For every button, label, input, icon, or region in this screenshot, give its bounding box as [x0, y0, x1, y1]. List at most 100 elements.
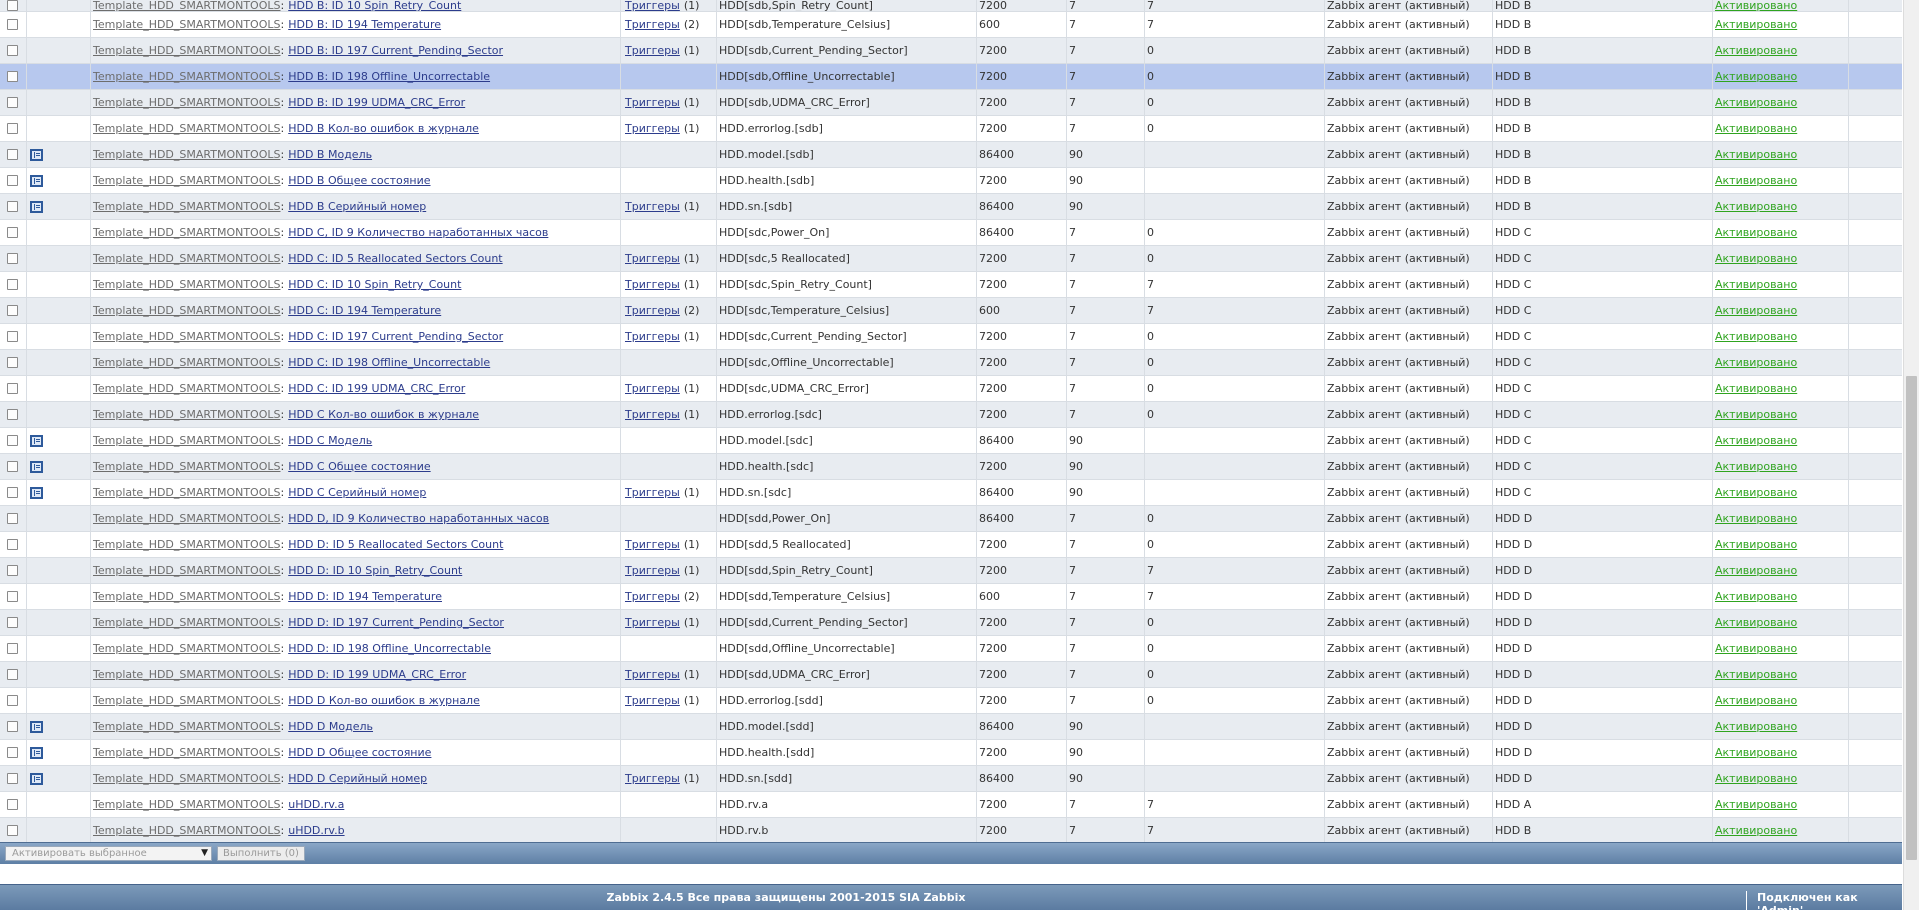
template-link[interactable]: Template_HDD_SMARTMONTOOLS: [93, 174, 281, 187]
status-link[interactable]: Активировано: [1715, 200, 1797, 213]
table-row[interactable]: Template_HDD_SMARTMONTOOLS: HDD B Кол-во …: [0, 116, 1902, 142]
status-link[interactable]: Активировано: [1715, 408, 1797, 421]
triggers-link[interactable]: Триггеры: [625, 330, 680, 343]
item-name-link[interactable]: HDD D Модель: [288, 720, 373, 733]
item-name-link[interactable]: HDD B: ID 194 Temperature: [288, 18, 441, 31]
status-link[interactable]: Активировано: [1715, 772, 1797, 785]
table-row[interactable]: Template_HDD_SMARTMONTOOLS: HDD D, ID 9 К…: [0, 506, 1902, 532]
table-row[interactable]: Template_HDD_SMARTMONTOOLS: uHDD.rv.a HDD.…: [0, 792, 1902, 818]
template-link[interactable]: Template_HDD_SMARTMONTOOLS: [93, 70, 281, 83]
triggers-link[interactable]: Триггеры: [625, 278, 680, 291]
item-name-link[interactable]: HDD C Модель: [288, 434, 372, 447]
item-name-link[interactable]: HDD C: ID 197 Current_Pending_Sector: [288, 330, 503, 343]
item-name-link[interactable]: HDD C: ID 194 Temperature: [288, 304, 441, 317]
triggers-link[interactable]: Триггеры: [625, 382, 680, 395]
item-name-link[interactable]: HDD B: ID 197 Current_Pending_Sector: [288, 44, 503, 57]
triggers-link[interactable]: Триггеры: [625, 96, 680, 109]
status-link[interactable]: Активировано: [1715, 512, 1797, 525]
status-link[interactable]: Активировано: [1715, 330, 1797, 343]
status-link[interactable]: Активировано: [1715, 148, 1797, 161]
status-link[interactable]: Активировано: [1715, 746, 1797, 759]
item-name-link[interactable]: HDD D: ID 198 Offline_Uncorrectable: [288, 642, 491, 655]
status-link[interactable]: Активировано: [1715, 18, 1797, 31]
vertical-scrollbar[interactable]: [1903, 0, 1919, 910]
row-checkbox[interactable]: [6, 695, 18, 706]
row-checkbox[interactable]: [6, 747, 18, 758]
item-name-link[interactable]: HDD B: ID 198 Offline_Uncorrectable: [288, 70, 490, 83]
triggers-link[interactable]: Триггеры: [625, 538, 680, 551]
table-row[interactable]: Template_HDD_SMARTMONTOOLS: HDD D: ID 194…: [0, 584, 1902, 610]
item-name-link[interactable]: HDD C: ID 199 UDMA_CRC_Error: [288, 382, 465, 395]
triggers-link[interactable]: Триггеры: [625, 252, 680, 265]
status-link[interactable]: Активировано: [1715, 720, 1797, 733]
triggers-link[interactable]: Триггеры: [625, 200, 680, 213]
template-link[interactable]: Template_HDD_SMARTMONTOOLS: [93, 18, 281, 31]
table-row[interactable]: Template_HDD_SMARTMONTOOLS: HDD B: ID 198…: [0, 64, 1902, 90]
status-link[interactable]: Активировано: [1715, 486, 1797, 499]
item-name-link[interactable]: HDD D: ID 194 Temperature: [288, 590, 442, 603]
row-checkbox[interactable]: [6, 461, 18, 472]
table-row[interactable]: Template_HDD_SMARTMONTOOLS: HDD B Общее с…: [0, 168, 1902, 194]
status-link[interactable]: Активировано: [1715, 226, 1797, 239]
template-link[interactable]: Template_HDD_SMARTMONTOOLS: [93, 434, 281, 447]
item-name-link[interactable]: uHDD.rv.a: [288, 798, 344, 811]
row-checkbox[interactable]: [6, 45, 18, 56]
status-link[interactable]: Активировано: [1715, 122, 1797, 135]
table-row[interactable]: Template_HDD_SMARTMONTOOLS: HDD C: ID 199…: [0, 376, 1902, 402]
table-row[interactable]: Template_HDD_SMARTMONTOOLS: HDD B: ID 10 …: [0, 0, 1902, 12]
template-link[interactable]: Template_HDD_SMARTMONTOOLS: [93, 772, 281, 785]
table-row[interactable]: Template_HDD_SMARTMONTOOLS: HDD C, ID 9 К…: [0, 220, 1902, 246]
row-checkbox[interactable]: [6, 19, 18, 30]
template-link[interactable]: Template_HDD_SMARTMONTOOLS: [93, 668, 281, 681]
row-checkbox[interactable]: [6, 71, 18, 82]
triggers-link[interactable]: Триггеры: [625, 304, 680, 317]
template-link[interactable]: Template_HDD_SMARTMONTOOLS: [93, 0, 281, 11]
row-checkbox[interactable]: [6, 331, 18, 342]
template-link[interactable]: Template_HDD_SMARTMONTOOLS: [93, 512, 281, 525]
table-row[interactable]: Template_HDD_SMARTMONTOOLS: HDD B: ID 197…: [0, 38, 1902, 64]
status-link[interactable]: Активировано: [1715, 174, 1797, 187]
row-checkbox[interactable]: [6, 253, 18, 264]
status-link[interactable]: Активировано: [1715, 538, 1797, 551]
item-name-link[interactable]: HDD B: ID 10 Spin_Retry_Count: [288, 0, 461, 11]
template-link[interactable]: Template_HDD_SMARTMONTOOLS: [93, 408, 281, 421]
table-row[interactable]: Template_HDD_SMARTMONTOOLS: HDD D Серийны…: [0, 766, 1902, 792]
status-link[interactable]: Активировано: [1715, 382, 1797, 395]
row-checkbox[interactable]: [6, 825, 18, 836]
triggers-link[interactable]: Триггеры: [625, 590, 680, 603]
table-row[interactable]: Template_HDD_SMARTMONTOOLS: HDD B: ID 194…: [0, 12, 1902, 38]
application-item-icon[interactable]: [30, 746, 43, 759]
row-checkbox[interactable]: [6, 97, 18, 108]
status-link[interactable]: Активировано: [1715, 694, 1797, 707]
template-link[interactable]: Template_HDD_SMARTMONTOOLS: [93, 694, 281, 707]
row-checkbox[interactable]: [6, 539, 18, 550]
row-checkbox[interactable]: [6, 617, 18, 628]
template-link[interactable]: Template_HDD_SMARTMONTOOLS: [93, 746, 281, 759]
item-name-link[interactable]: HDD C: ID 5 Reallocated Sectors Count: [288, 252, 502, 265]
status-link[interactable]: Активировано: [1715, 460, 1797, 473]
row-checkbox[interactable]: [6, 773, 18, 784]
template-link[interactable]: Template_HDD_SMARTMONTOOLS: [93, 564, 281, 577]
application-item-icon[interactable]: [30, 148, 43, 161]
template-link[interactable]: Template_HDD_SMARTMONTOOLS: [93, 148, 281, 161]
item-name-link[interactable]: HDD C Кол-во ошибок в журнале: [288, 408, 479, 421]
table-row[interactable]: Template_HDD_SMARTMONTOOLS: HDD C: ID 194…: [0, 298, 1902, 324]
item-name-link[interactable]: HDD D: ID 10 Spin_Retry_Count: [288, 564, 462, 577]
table-row[interactable]: Template_HDD_SMARTMONTOOLS: HDD D Кол-во …: [0, 688, 1902, 714]
table-row[interactable]: Template_HDD_SMARTMONTOOLS: HDD D: ID 5 R…: [0, 532, 1902, 558]
row-checkbox[interactable]: [6, 799, 18, 810]
triggers-link[interactable]: Триггеры: [625, 564, 680, 577]
triggers-link[interactable]: Триггеры: [625, 694, 680, 707]
item-name-link[interactable]: HDD C: ID 10 Spin_Retry_Count: [288, 278, 461, 291]
row-checkbox[interactable]: [6, 0, 18, 11]
row-checkbox[interactable]: [6, 357, 18, 368]
template-link[interactable]: Template_HDD_SMARTMONTOOLS: [93, 200, 281, 213]
table-row[interactable]: Template_HDD_SMARTMONTOOLS: HDD C: ID 5 R…: [0, 246, 1902, 272]
application-item-icon[interactable]: [30, 772, 43, 785]
status-link[interactable]: Активировано: [1715, 434, 1797, 447]
table-row[interactable]: Template_HDD_SMARTMONTOOLS: HDD C Серийны…: [0, 480, 1902, 506]
template-link[interactable]: Template_HDD_SMARTMONTOOLS: [93, 590, 281, 603]
status-link[interactable]: Активировано: [1715, 642, 1797, 655]
row-checkbox[interactable]: [6, 435, 18, 446]
triggers-link[interactable]: Триггеры: [625, 486, 680, 499]
